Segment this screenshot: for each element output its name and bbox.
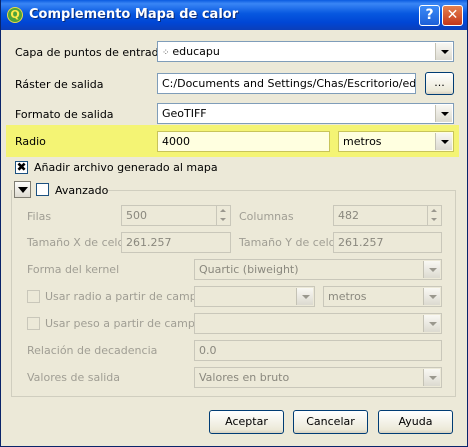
columns-spinbox[interactable]: 482 xyxy=(333,205,442,226)
rows-spinbox[interactable]: 500 xyxy=(121,205,231,226)
add-to-map-label: Añadir archivo generado al mapa xyxy=(34,161,218,174)
radius-label: Radio xyxy=(15,135,46,148)
columns-label: Columnas xyxy=(239,210,294,223)
chevron-down-icon[interactable] xyxy=(423,369,440,386)
qgis-app-icon: Q xyxy=(7,7,23,23)
radius-field-combo[interactable] xyxy=(194,286,315,307)
window-title: Complemento Mapa de calor xyxy=(29,7,239,22)
spin-arrows-icon[interactable] xyxy=(427,206,441,225)
collapse-toggle-icon[interactable] xyxy=(14,181,31,198)
advanced-checkbox[interactable] xyxy=(36,183,49,196)
chevron-down-icon[interactable] xyxy=(435,105,452,122)
help-button[interactable]: Ayuda xyxy=(378,410,453,434)
output-format-combo[interactable]: GeoTIFF xyxy=(157,103,454,124)
kernel-label: Forma del kernel xyxy=(27,263,120,276)
kernel-value: Quartic (biweight) xyxy=(199,263,299,276)
columns-value: 482 xyxy=(338,209,359,222)
decay-label: Relación de decadencia xyxy=(27,344,158,357)
kernel-combo[interactable]: Quartic (biweight) xyxy=(194,259,442,280)
output-values-value: Valores en bruto xyxy=(199,371,290,384)
input-layer-value: educapu xyxy=(172,45,220,58)
spin-arrows-icon[interactable] xyxy=(216,206,230,225)
accept-button[interactable]: Aceptar xyxy=(209,410,284,434)
close-button[interactable]: ✕ xyxy=(442,5,463,26)
cell-y-field[interactable]: 261.257 xyxy=(333,232,442,253)
output-values-combo[interactable]: Valores en bruto xyxy=(194,367,442,388)
weight-field-label: Usar peso a partir de campo xyxy=(45,317,202,330)
radius-field-unit-combo[interactable]: metros xyxy=(323,286,442,307)
heatmap-dialog: Q Complemento Mapa de calor ? ✕ Capa de … xyxy=(0,0,468,447)
point-layer-icon: ⁘ xyxy=(162,48,173,58)
rows-value: 500 xyxy=(126,209,147,222)
browse-button[interactable]: ... xyxy=(425,72,454,95)
radius-field-label: Usar radio a partir de campo xyxy=(45,290,204,303)
cell-x-field[interactable]: 261.257 xyxy=(121,232,231,253)
weight-field-checkbox[interactable] xyxy=(27,317,40,330)
cancel-button[interactable]: Cancelar xyxy=(293,410,368,434)
radius-unit-combo[interactable]: metros xyxy=(338,131,454,152)
radius-input[interactable]: 4000 xyxy=(157,131,330,152)
output-values-label: Valores de salida xyxy=(27,371,121,384)
chevron-down-icon[interactable] xyxy=(435,43,452,60)
rows-label: Filas xyxy=(27,210,52,223)
output-format-value: GeoTIFF xyxy=(162,107,207,120)
radius-unit-value: metros xyxy=(343,135,382,148)
radius-field-checkbox[interactable] xyxy=(27,290,40,303)
add-to-map-checkbox[interactable]: ✖ xyxy=(15,161,28,174)
advanced-group-divider xyxy=(105,190,455,191)
radius-field-unit-value: metros xyxy=(328,290,367,303)
chevron-down-icon[interactable] xyxy=(423,288,440,305)
input-layer-label: Capa de puntos de entrada xyxy=(15,46,166,59)
output-format-label: Formato de salida xyxy=(15,108,114,121)
output-raster-field[interactable]: C:/Documents and Settings/Chas/Escritori… xyxy=(157,73,416,94)
weight-field-combo[interactable] xyxy=(194,313,442,334)
chevron-down-icon[interactable] xyxy=(435,133,452,150)
chevron-down-icon[interactable] xyxy=(423,261,440,278)
decay-field[interactable]: 0.0 xyxy=(194,340,442,361)
cell-y-label: Tamaño Y de celda xyxy=(239,236,343,249)
output-raster-label: Ráster de salida xyxy=(15,78,104,91)
title-bar[interactable]: Q Complemento Mapa de calor ? ✕ xyxy=(1,0,467,30)
input-layer-combo[interactable]: ⁘ educapu xyxy=(157,41,454,62)
help-title-button[interactable]: ? xyxy=(419,5,440,26)
advanced-label: Avanzado xyxy=(55,184,109,197)
cell-x-label: Tamaño X de celda xyxy=(27,236,132,249)
chevron-down-icon[interactable] xyxy=(296,288,313,305)
chevron-down-icon[interactable] xyxy=(423,315,440,332)
